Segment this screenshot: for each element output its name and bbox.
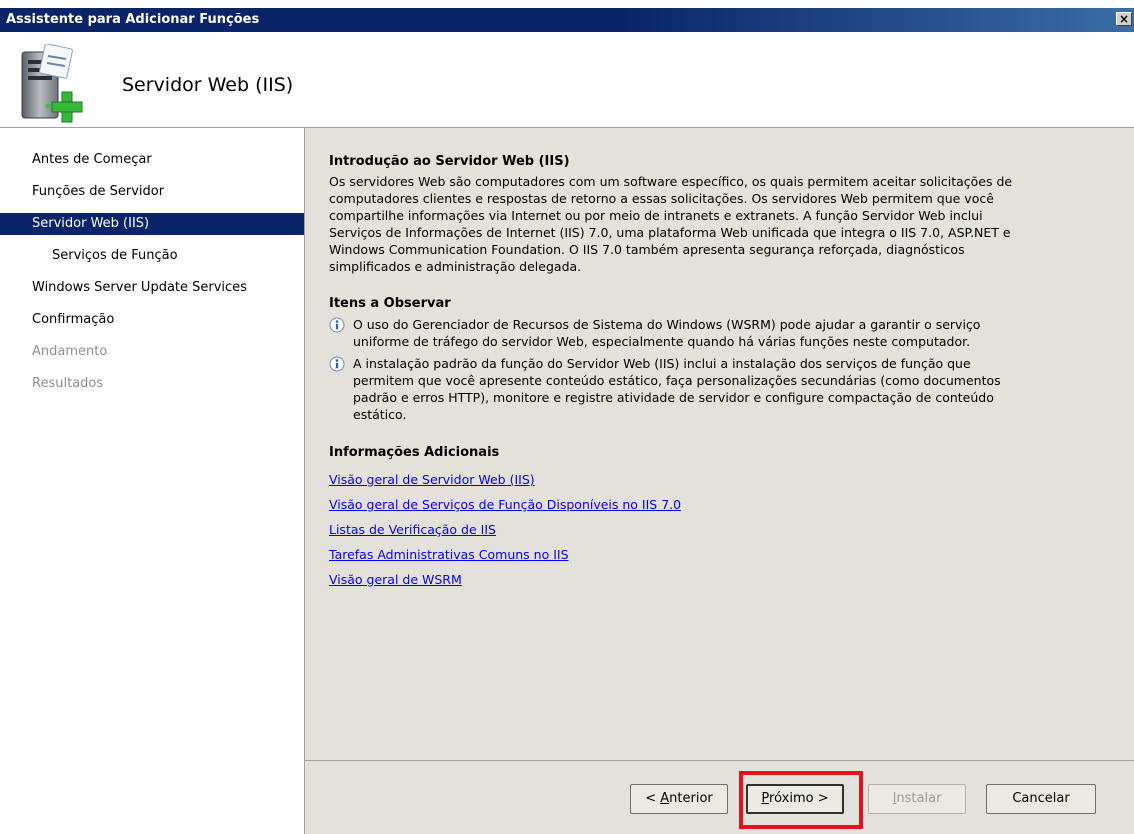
link-iis-checklists[interactable]: Listas de Verificação de IIS [329, 521, 1119, 538]
info-icon [329, 317, 345, 333]
step-resultados: Resultados [32, 376, 104, 391]
intro-heading: Introdução ao Servidor Web (IIS) [329, 154, 570, 169]
link-iis-overview[interactable]: Visão geral de Servidor Web (IIS) [329, 471, 1119, 488]
wizard-header: Servidor Web (IIS) [0, 32, 1134, 128]
step-servicos-de-funcao[interactable]: Serviços de Função [0, 245, 304, 267]
page-title: Servidor Web (IIS) [122, 74, 294, 96]
step-confirmacao[interactable]: Confirmação [0, 309, 304, 331]
intro-line: simplificados e administração delegada. [329, 259, 582, 274]
back-button-prefix: < [645, 791, 661, 806]
install-button-label: nstalar [896, 791, 942, 806]
info-icon [329, 356, 345, 372]
notes-heading: Itens a Observar [329, 296, 451, 311]
step-andamento: Andamento [32, 344, 108, 359]
note-line: padrão e erros HTTP), monitore e registr… [353, 390, 994, 405]
step-antes-de-comecar[interactable]: Antes de Começar [0, 149, 304, 171]
content-body: Introdução ao Servidor Web (IIS) Os serv… [329, 152, 1119, 596]
back-button-label: nterior [669, 791, 713, 806]
intro-line: compartilhe informações via Internet ou … [329, 208, 983, 223]
note-default-install: A instalação padrão da função do Servido… [329, 355, 1119, 423]
more-info-heading: Informações Adicionais [329, 445, 500, 460]
next-button-highlight [739, 771, 863, 829]
step-servidor-web-iis[interactable]: Servidor Web (IIS) [0, 213, 304, 235]
note-line: estático. [353, 407, 407, 422]
link-wsrm-overview[interactable]: Visão geral de WSRM [329, 571, 1119, 588]
note-line: uniforme de tráfego do servidor Web, esp… [353, 334, 971, 349]
intro-line: Windows Communication Foundation. O IIS … [329, 242, 965, 257]
note-wsrm: O uso do Gerenciador de Recursos de Sist… [329, 316, 1119, 350]
note-line: A instalação padrão da função do Servido… [353, 356, 971, 371]
top-strip [0, 0, 1134, 8]
window-title: Assistente para Adicionar Funções [6, 12, 260, 27]
step-funcoes-de-servidor[interactable]: Funções de Servidor [0, 181, 304, 203]
close-icon: × [1118, 12, 1130, 26]
intro-line: Serviços de Informações de Internet (IIS… [329, 225, 1011, 240]
content-pane: Introdução ao Servidor Web (IIS) Os serv… [305, 128, 1134, 834]
link-role-services-overview[interactable]: Visão geral de Serviços de Função Dispon… [329, 496, 1119, 513]
link-iis-admin-tasks[interactable]: Tarefas Administrativas Comuns no IIS [329, 546, 1119, 563]
cancel-button[interactable]: Cancelar [986, 784, 1096, 814]
intro-line: computadores clientes e respostas de ret… [329, 191, 994, 206]
note-line: O uso do Gerenciador de Recursos de Sist… [353, 317, 981, 332]
close-button[interactable]: × [1116, 12, 1132, 26]
server-add-icon [21, 44, 83, 123]
back-button-mnemonic: A [660, 791, 670, 806]
install-button: Instalar [868, 784, 966, 814]
intro-line: Os servidores Web são computadores com u… [329, 174, 1013, 189]
intro-paragraph: Os servidores Web são computadores com u… [329, 173, 1119, 275]
step-windows-server-update-services[interactable]: Windows Server Update Services [0, 277, 304, 299]
cancel-button-label: Cancelar [1012, 791, 1070, 806]
title-bar[interactable]: Assistente para Adicionar Funções × [0, 8, 1134, 32]
note-line: permitem que você apresente conteúdo est… [353, 373, 1001, 388]
wizard-steps-pane: Antes de Começar Funções de Servidor Ser… [0, 128, 305, 834]
back-button[interactable]: < Anterior [630, 784, 728, 814]
